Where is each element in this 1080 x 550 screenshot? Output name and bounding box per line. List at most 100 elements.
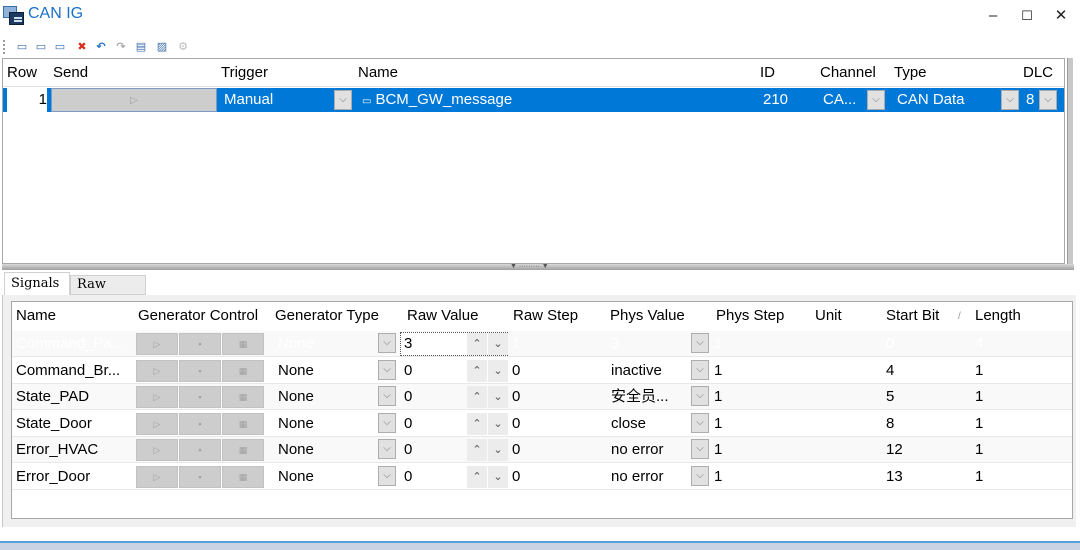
- message-name[interactable]: ▭ BCM_GW_message: [358, 88, 753, 112]
- generator-type-value[interactable]: None: [275, 384, 375, 410]
- add-message-button[interactable]: ▭: [52, 39, 68, 55]
- phys-value[interactable]: 3: [609, 331, 684, 357]
- raw-value-decrement-button[interactable]: ⌄: [488, 386, 508, 408]
- generator-type-dropdown[interactable]: ⌵: [378, 412, 396, 433]
- raw-value[interactable]: 3: [402, 331, 462, 357]
- column-header-type[interactable]: Type: [894, 64, 927, 81]
- undo-button[interactable]: ↶: [93, 39, 109, 55]
- raw-value-increment-button[interactable]: ⌃: [467, 439, 487, 461]
- dlc-value[interactable]: 8: [1023, 88, 1037, 112]
- phys-value[interactable]: no error: [609, 464, 684, 490]
- raw-value[interactable]: 0: [402, 358, 462, 384]
- phys-value-dropdown[interactable]: ⌵: [691, 439, 709, 459]
- generator-settings-button[interactable]: ▦: [222, 333, 264, 355]
- phys-value[interactable]: close: [609, 411, 684, 437]
- raw-value-increment-button[interactable]: ⌃: [467, 412, 487, 435]
- generator-type-dropdown[interactable]: ⌵: [378, 439, 396, 459]
- column-header-length[interactable]: Length: [975, 307, 1021, 324]
- raw-step-value[interactable]: 0: [510, 384, 605, 410]
- generator-settings-button[interactable]: ▦: [222, 465, 264, 488]
- phys-value-dropdown[interactable]: ⌵: [691, 359, 709, 380]
- generator-stop-button[interactable]: ▪: [179, 386, 221, 408]
- generator-type-value[interactable]: None: [275, 411, 375, 437]
- raw-value-increment-button[interactable]: ⌃: [467, 333, 487, 355]
- signal-name[interactable]: Error_HVAC: [14, 437, 132, 463]
- generator-stop-button[interactable]: ▪: [179, 359, 221, 382]
- phys-value-dropdown[interactable]: ⌵: [691, 465, 709, 486]
- signal-view-button[interactable]: ▤: [133, 39, 149, 55]
- tab-signals[interactable]: Signals: [4, 272, 70, 295]
- column-header-name[interactable]: Name: [358, 64, 398, 81]
- signal-row[interactable]: Command_Pa... ▷ ▪ ▦ None ⌵ 3 ⌃ ⌄ 1 3 ⌵ 1…: [12, 331, 1072, 357]
- generator-start-button[interactable]: ▷: [136, 333, 178, 355]
- new-message-button[interactable]: ▭: [14, 39, 30, 55]
- graph-button[interactable]: ▨: [154, 39, 170, 55]
- generator-start-button[interactable]: ▷: [136, 386, 178, 408]
- generator-stop-button[interactable]: ▪: [179, 333, 221, 355]
- generator-type-dropdown[interactable]: ⌵: [378, 359, 396, 380]
- redo-button[interactable]: ↷: [113, 39, 129, 55]
- generator-stop-button[interactable]: ▪: [179, 465, 221, 488]
- raw-value-decrement-button[interactable]: ⌄: [488, 412, 508, 435]
- phys-step-value[interactable]: 1: [712, 464, 807, 490]
- phys-value-dropdown[interactable]: ⌵: [691, 333, 709, 353]
- raw-value[interactable]: 0: [402, 464, 462, 490]
- signal-row[interactable]: Error_HVAC ▷ ▪ ▦ None ⌵ 0 ⌃ ⌄ 0 no error…: [12, 437, 1072, 463]
- close-button[interactable]: ✕: [1046, 4, 1076, 28]
- column-header-generator-control[interactable]: Generator Control: [138, 307, 258, 324]
- phys-step-value[interactable]: 1: [712, 411, 807, 437]
- raw-step-value[interactable]: 0: [510, 411, 605, 437]
- generator-settings-button[interactable]: ▦: [222, 386, 264, 408]
- signal-name[interactable]: State_Door: [14, 411, 132, 437]
- raw-step-value[interactable]: 0: [510, 437, 605, 463]
- column-header-generator-type[interactable]: Generator Type: [275, 307, 379, 324]
- raw-value-decrement-button[interactable]: ⌄: [488, 333, 508, 355]
- column-header-dlc[interactable]: DLC: [1023, 64, 1053, 81]
- generator-settings-button[interactable]: ▦: [222, 439, 264, 461]
- settings-disabled-button[interactable]: ⚙: [175, 39, 191, 55]
- column-header-trigger[interactable]: Trigger: [221, 64, 268, 81]
- generator-stop-button[interactable]: ▪: [179, 439, 221, 461]
- channel-dropdown[interactable]: ⌵: [867, 90, 885, 110]
- delete-button[interactable]: ✖: [74, 39, 90, 55]
- column-header-id[interactable]: ID: [760, 64, 775, 81]
- tab-raw-data[interactable]: Raw Data: [70, 275, 146, 310]
- message-row[interactable]: 1 ▷ Manual ⌵ ▭ BCM_GW_message 210 CA... ⌵…: [3, 88, 1064, 112]
- phys-step-value[interactable]: 1: [712, 358, 807, 384]
- trigger-value[interactable]: Manual: [221, 88, 331, 112]
- signal-name[interactable]: Error_Door: [14, 464, 132, 490]
- column-header-raw-value[interactable]: Raw Value: [407, 307, 478, 324]
- raw-step-value[interactable]: 0: [510, 464, 605, 490]
- signal-row[interactable]: Error_Door ▷ ▪ ▦ None ⌵ 0 ⌃ ⌄ 0 no error…: [12, 463, 1072, 490]
- generator-type-dropdown[interactable]: ⌵: [378, 333, 396, 353]
- signal-name[interactable]: Command_Pa...: [14, 331, 132, 357]
- phys-value[interactable]: 安全员...: [609, 384, 684, 410]
- raw-step-value[interactable]: 0: [510, 358, 605, 384]
- send-button[interactable]: ▷: [51, 88, 217, 112]
- generator-type-value[interactable]: None: [275, 464, 375, 490]
- generator-start-button[interactable]: ▷: [136, 439, 178, 461]
- type-value[interactable]: CAN Data: [894, 88, 1004, 112]
- type-dropdown[interactable]: ⌵: [1001, 90, 1019, 110]
- signal-name[interactable]: Command_Br...: [14, 358, 132, 384]
- trigger-dropdown[interactable]: ⌵: [334, 90, 352, 110]
- column-header-start-bit[interactable]: Start Bit: [886, 307, 939, 324]
- minimize-button[interactable]: –: [978, 4, 1008, 28]
- column-header-send[interactable]: Send: [53, 64, 88, 81]
- toolbar-grip[interactable]: [3, 40, 6, 54]
- column-header-row[interactable]: Row: [7, 64, 37, 81]
- phys-step-value[interactable]: 1: [712, 384, 807, 410]
- raw-value-decrement-button[interactable]: ⌄: [488, 439, 508, 461]
- message-id[interactable]: 210: [760, 88, 815, 112]
- signal-name[interactable]: State_PAD: [14, 384, 132, 410]
- phys-step-value[interactable]: 1: [712, 437, 807, 463]
- raw-value-increment-button[interactable]: ⌃: [467, 465, 487, 488]
- raw-value[interactable]: 0: [402, 384, 462, 410]
- signal-row[interactable]: State_PAD ▷ ▪ ▦ None ⌵ 0 ⌃ ⌄ 0 安全员... ⌵ …: [12, 384, 1072, 410]
- new-message-from-db-button[interactable]: ▭: [33, 39, 49, 55]
- phys-value-dropdown[interactable]: ⌵: [691, 386, 709, 406]
- generator-stop-button[interactable]: ▪: [179, 412, 221, 435]
- channel-value[interactable]: CA...: [820, 88, 865, 112]
- raw-value[interactable]: 0: [402, 411, 462, 437]
- generator-settings-button[interactable]: ▦: [222, 412, 264, 435]
